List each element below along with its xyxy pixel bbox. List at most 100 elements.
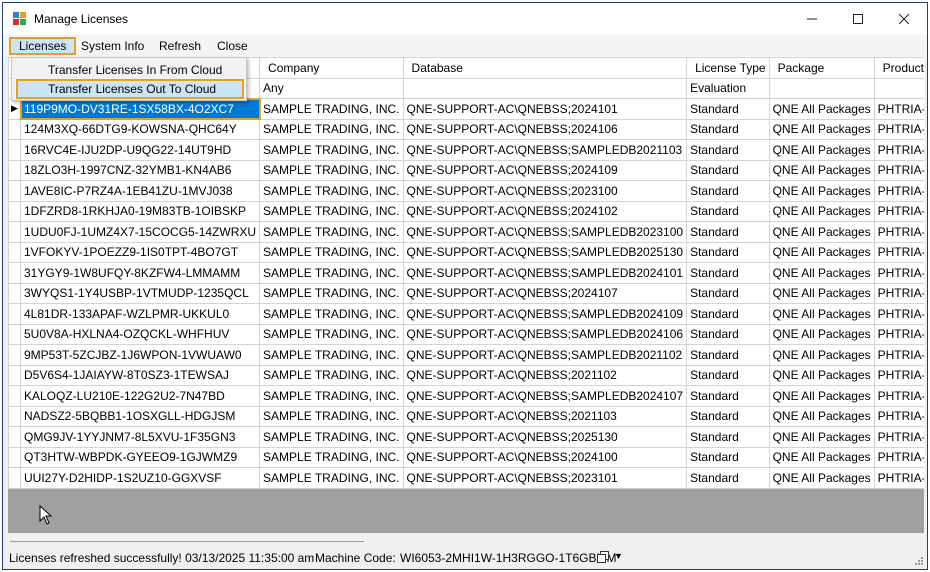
row-header[interactable]: ▶ <box>8 98 21 120</box>
row-header[interactable] <box>8 200 21 222</box>
package-cell[interactable]: QNE All Packages <box>768 180 875 202</box>
license-type-cell[interactable]: Standard <box>686 303 770 325</box>
product-key-cell[interactable]: PHTRIA-L1000-95A42 <box>873 282 924 304</box>
transfer-out-to-cloud-item[interactable]: Transfer Licenses Out To Cloud <box>16 79 244 99</box>
product-key-cell[interactable]: PHTRIA-L1000-95A42 <box>873 446 924 468</box>
package-cell[interactable]: QNE All Packages <box>768 262 875 284</box>
table-row[interactable]: 31YGY9-1W8UFQY-8KZFW4-LMMAMM SAMPLE TRADI… <box>8 262 924 284</box>
table-row[interactable]: 9MP53T-5ZCJBZ-1J6WPON-1VWUAW0 SAMPLE TRAD… <box>8 344 924 366</box>
filter-cell[interactable] <box>402 77 688 99</box>
product-key-cell[interactable]: PHTRIA-L1000-95A42 <box>873 180 924 202</box>
package-cell[interactable]: QNE All Packages <box>768 139 875 161</box>
product-key-cell[interactable]: PHTRIA-L1000-95A42 <box>873 118 924 140</box>
scrollbar-thumb[interactable] <box>10 541 364 542</box>
license-type-cell[interactable]: Standard <box>686 405 770 427</box>
table-row[interactable]: QT3HTW-WBPDK-GYEEO9-1GJWMZ9 SAMPLE TRADIN… <box>8 446 924 468</box>
database-cell[interactable]: QNE-SUPPORT-AC\QNEBSS;2024101 <box>402 98 688 120</box>
row-header[interactable] <box>8 241 21 263</box>
product-key-cell[interactable]: PHTRIA-L1000-95A42 <box>873 405 924 427</box>
package-cell[interactable]: QNE All Packages <box>768 467 875 489</box>
company-cell[interactable]: SAMPLE TRADING, INC. <box>259 344 404 366</box>
row-header[interactable] <box>8 446 21 468</box>
column-header-company[interactable]: Company <box>259 57 404 79</box>
company-cell[interactable]: SAMPLE TRADING, INC. <box>259 282 404 304</box>
database-cell[interactable]: QNE-SUPPORT-AC\QNEBSS;SAMPLEDB2024101 <box>402 262 688 284</box>
row-header[interactable] <box>8 385 21 407</box>
license-cell[interactable]: 1DFZRD8-1RKHJA0-19M83TB-1OIBSKP <box>19 200 261 222</box>
license-cell[interactable]: KALOQZ-LU210E-122G2U2-7N47BD <box>19 385 261 407</box>
column-header-database[interactable]: Database <box>402 57 688 79</box>
filter-cell[interactable] <box>873 77 924 99</box>
row-header[interactable] <box>8 405 21 427</box>
license-type-cell[interactable]: Standard <box>686 364 770 386</box>
table-row[interactable]: 124M3XQ-66DTG9-KOWSNA-QHC64Y SAMPLE TRADI… <box>8 118 924 140</box>
license-type-cell[interactable]: Standard <box>686 323 770 345</box>
table-row[interactable]: 1VFOKYV-1POEZZ9-1IS0TPT-4BO7GT SAMPLE TRA… <box>8 241 924 263</box>
row-header[interactable] <box>8 118 21 140</box>
product-key-cell[interactable]: PHTRIA-L1000-95A42 <box>873 139 924 161</box>
company-cell[interactable]: SAMPLE TRADING, INC. <box>259 200 404 222</box>
package-cell[interactable]: QNE All Packages <box>768 364 875 386</box>
package-cell[interactable]: QNE All Packages <box>768 241 875 263</box>
company-cell[interactable]: SAMPLE TRADING, INC. <box>259 467 404 489</box>
table-row[interactable]: 3WYQS1-1Y4USBP-1VTMUDP-1235QCL SAMPLE TRA… <box>8 282 924 304</box>
chevron-down-icon[interactable]: ▼ <box>614 551 623 561</box>
license-type-cell[interactable]: Standard <box>686 118 770 140</box>
database-cell[interactable]: QNE-SUPPORT-AC\QNEBSS;SAMPLEDB2021102 <box>402 344 688 366</box>
company-cell[interactable]: SAMPLE TRADING, INC. <box>259 221 404 243</box>
table-row[interactable]: 1AVE8IC-P7RZ4A-1EB41ZU-1MVJ038 SAMPLE TRA… <box>8 180 924 202</box>
license-cell[interactable]: 31YGY9-1W8UFQY-8KZFW4-LMMAMM <box>19 262 261 284</box>
company-cell[interactable]: SAMPLE TRADING, INC. <box>259 364 404 386</box>
license-cell[interactable]: 18ZLO3H-1997CNZ-32YMB1-KN4AB6 <box>19 159 261 181</box>
table-row[interactable]: KALOQZ-LU210E-122G2U2-7N47BD SAMPLE TRADI… <box>8 385 924 407</box>
minimize-button[interactable] <box>789 3 835 35</box>
filter-cell[interactable] <box>768 77 875 99</box>
product-key-cell[interactable]: PHTRIA-L1000-95A42 <box>873 385 924 407</box>
product-key-cell[interactable]: PHTRIA-L1000-95A42 <box>873 323 924 345</box>
database-cell[interactable]: QNE-SUPPORT-AC\QNEBSS;2025130 <box>402 426 688 448</box>
product-key-cell[interactable]: PHTRIA-L1000-95A42 <box>873 467 924 489</box>
company-cell[interactable]: SAMPLE TRADING, INC. <box>259 98 404 120</box>
close-window-button[interactable] <box>881 3 927 35</box>
table-row[interactable]: D5V6S4-1JAIAYW-8T0SZ3-1TEWSAJ SAMPLE TRAD… <box>8 364 924 386</box>
database-cell[interactable]: QNE-SUPPORT-AC\QNEBSS;2021102 <box>402 364 688 386</box>
company-cell[interactable]: SAMPLE TRADING, INC. <box>259 118 404 140</box>
database-cell[interactable]: QNE-SUPPORT-AC\QNEBSS;2021103 <box>402 405 688 427</box>
package-cell[interactable]: QNE All Packages <box>768 426 875 448</box>
company-cell[interactable]: SAMPLE TRADING, INC. <box>259 303 404 325</box>
row-header[interactable] <box>8 159 21 181</box>
database-cell[interactable]: QNE-SUPPORT-AC\QNEBSS;2024107 <box>402 282 688 304</box>
database-cell[interactable]: QNE-SUPPORT-AC\QNEBSS;SAMPLEDB2024106 <box>402 323 688 345</box>
package-cell[interactable]: QNE All Packages <box>768 446 875 468</box>
license-type-cell[interactable]: Standard <box>686 180 770 202</box>
row-header[interactable] <box>8 344 21 366</box>
database-cell[interactable]: QNE-SUPPORT-AC\QNEBSS;SAMPLEDB2024109 <box>402 303 688 325</box>
license-cell[interactable]: 119P9MO-DV31RE-1SX58BX-4O2XC7 <box>19 97 261 120</box>
package-cell[interactable]: QNE All Packages <box>768 405 875 427</box>
menu-refresh[interactable]: Refresh <box>151 37 209 55</box>
license-cell[interactable]: 16RVC4E-IJU2DP-U9QG22-14UT9HD <box>19 139 261 161</box>
license-type-cell[interactable]: Standard <box>686 159 770 181</box>
license-type-cell[interactable]: Standard <box>686 344 770 366</box>
license-type-cell[interactable]: Standard <box>686 467 770 489</box>
package-cell[interactable]: QNE All Packages <box>768 159 875 181</box>
license-cell[interactable]: 9MP53T-5ZCJBZ-1J6WPON-1VWUAW0 <box>19 344 261 366</box>
row-header[interactable] <box>8 303 21 325</box>
table-row[interactable]: 1DFZRD8-1RKHJA0-19M83TB-1OIBSKP SAMPLE TR… <box>8 200 924 222</box>
database-cell[interactable]: QNE-SUPPORT-AC\QNEBSS;2023100 <box>402 180 688 202</box>
row-header[interactable] <box>8 426 21 448</box>
license-cell[interactable]: 1AVE8IC-P7RZ4A-1EB41ZU-1MVJ038 <box>19 180 261 202</box>
product-key-cell[interactable]: PHTRIA-L1000-95A42 <box>873 303 924 325</box>
license-type-cell[interactable]: Standard <box>686 426 770 448</box>
company-cell[interactable]: SAMPLE TRADING, INC. <box>259 180 404 202</box>
maximize-button[interactable] <box>835 3 881 35</box>
license-cell[interactable]: NADSZ2-5BQBB1-1OSXGLL-HDGJSM <box>19 405 261 427</box>
database-cell[interactable]: QNE-SUPPORT-AC\QNEBSS;SAMPLEDB2023100 <box>402 221 688 243</box>
product-key-cell[interactable]: PHTRIA-L1000-95A42 <box>873 159 924 181</box>
license-type-cell[interactable]: Standard <box>686 241 770 263</box>
package-cell[interactable]: QNE All Packages <box>768 282 875 304</box>
license-type-cell[interactable]: Standard <box>686 262 770 284</box>
package-cell[interactable]: QNE All Packages <box>768 385 875 407</box>
license-type-cell[interactable]: Standard <box>686 385 770 407</box>
database-cell[interactable]: QNE-SUPPORT-AC\QNEBSS;2024109 <box>402 159 688 181</box>
